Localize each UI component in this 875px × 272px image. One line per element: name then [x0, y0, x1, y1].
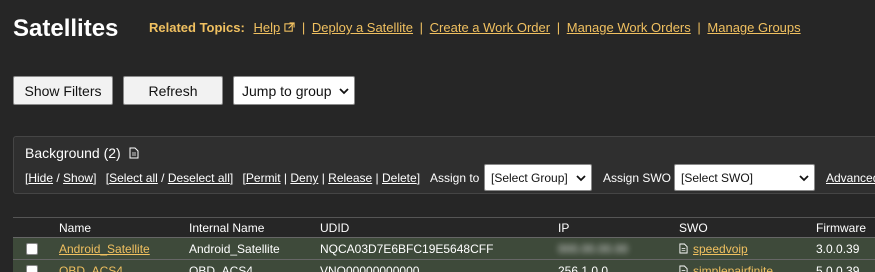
create-work-order-link[interactable]: Create a Work Order: [430, 20, 550, 35]
page-title: Satellites: [13, 15, 119, 42]
jump-to-group-select[interactable]: Jump to group: [233, 76, 355, 105]
document-icon[interactable]: [129, 147, 139, 159]
help-link[interactable]: Help: [253, 20, 280, 35]
hide-link[interactable]: Hide: [28, 171, 53, 185]
delete-link[interactable]: Delete: [382, 171, 417, 185]
manage-groups-link[interactable]: Manage Groups: [707, 20, 800, 35]
firmware-cell: 3.0.0.39: [816, 242, 860, 256]
udid-cell: VNO00000000000: [320, 264, 420, 272]
table-row: OBD_ACS4 OBD_ACS4 VNO00000000000 256.1.0…: [13, 259, 875, 272]
satellites-table: Name Internal Name UDID IP SWO Firmware …: [13, 217, 875, 272]
internal-name-cell: Android_Satellite: [189, 242, 280, 256]
manage-work-orders-link[interactable]: Manage Work Orders: [567, 20, 691, 35]
satellite-name-link[interactable]: OBD_ACS4: [59, 264, 123, 272]
assign-group-select[interactable]: [Select Group]: [484, 164, 592, 191]
group-panel: Background (2) [Hide / Show] [Select all…: [13, 136, 875, 194]
group-title: Background (2): [25, 145, 139, 161]
show-filters-button[interactable]: Show Filters: [13, 76, 113, 105]
table-row: Android_Satellite Android_Satellite NQCA…: [13, 237, 875, 259]
separator: |: [697, 20, 701, 35]
separator: |: [301, 20, 306, 35]
column-header-ip[interactable]: IP: [558, 221, 569, 235]
deploy-satellite-link[interactable]: Deploy a Satellite: [312, 20, 413, 35]
assign-swo-value: [Select SWO]: [681, 170, 754, 185]
chevron-down-icon: [799, 175, 809, 182]
release-link[interactable]: Release: [328, 171, 372, 185]
column-header-internal-name[interactable]: Internal Name: [189, 221, 264, 235]
external-link-icon: [284, 22, 295, 32]
assign-swo-label: Assign SWO: [603, 171, 672, 185]
document-icon: [679, 265, 688, 272]
jump-to-group-value: Jump to group: [242, 82, 332, 99]
permit-link[interactable]: Permit: [246, 171, 281, 185]
advanced-link[interactable]: Advanced: [826, 171, 875, 185]
row-checkbox[interactable]: [26, 243, 38, 255]
swo-link[interactable]: speedvoip: [693, 242, 748, 256]
group-actions: [Hide / Show] [Select all / Deselect all…: [25, 171, 421, 185]
related-topics-label: Related Topics:: [149, 20, 245, 35]
table-header: Name Internal Name UDID IP SWO Firmware: [13, 218, 875, 237]
deselect-all-link[interactable]: Deselect all: [168, 171, 230, 185]
internal-name-cell: OBD_ACS4: [189, 264, 254, 272]
refresh-button[interactable]: Refresh: [123, 76, 223, 105]
select-all-link[interactable]: Select all: [109, 171, 158, 185]
deny-link[interactable]: Deny: [290, 171, 318, 185]
satellite-name-link[interactable]: Android_Satellite: [59, 242, 150, 256]
document-icon: [679, 243, 688, 254]
column-header-udid[interactable]: UDID: [320, 221, 349, 235]
firmware-cell: 5.0.0.39: [816, 264, 860, 272]
related-topics: Related Topics: Help | Deploy a Satellit…: [149, 20, 801, 35]
assign-to-label: Assign to: [430, 171, 480, 185]
show-link[interactable]: Show: [63, 171, 93, 185]
separator: |: [556, 20, 561, 35]
column-header-firmware[interactable]: Firmware: [816, 221, 866, 235]
chevron-down-icon: [576, 175, 586, 182]
assign-group-value: [Select Group]: [491, 170, 568, 185]
assign-swo-select[interactable]: [Select SWO]: [674, 164, 815, 191]
swo-link[interactable]: simplepairfinite: [693, 264, 773, 272]
chevron-down-icon: [339, 88, 349, 95]
group-title-text: Background (2): [25, 145, 121, 161]
ip-cell: 000.00.00.00: [558, 242, 629, 256]
ip-cell: 256.1.0.0: [558, 264, 609, 272]
udid-cell: NQCA03D7E6BFC19E5648CFF: [320, 242, 494, 256]
row-checkbox[interactable]: [26, 265, 38, 272]
column-header-name[interactable]: Name: [59, 221, 91, 235]
column-header-swo[interactable]: SWO: [679, 221, 708, 235]
separator: |: [419, 20, 424, 35]
